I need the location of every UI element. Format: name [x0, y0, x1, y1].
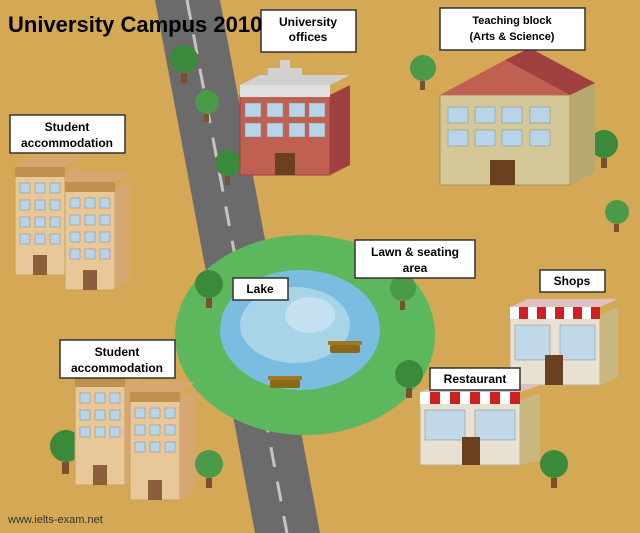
svg-text:www.ielts-exam.net: www.ielts-exam.net [7, 514, 103, 526]
svg-text:Student: Student [45, 120, 90, 134]
svg-text:University Campus 2010: University Campus 2010 [8, 12, 262, 37]
svg-text:University: University [279, 15, 337, 29]
svg-text:(Arts & Science): (Arts & Science) [470, 31, 555, 43]
campus-map: University offices Teaching block (Arts … [0, 0, 640, 533]
svg-text:accommodation: accommodation [21, 136, 113, 150]
svg-text:Restaurant: Restaurant [444, 372, 507, 386]
svg-text:offices: offices [289, 30, 328, 44]
svg-text:Student: Student [95, 345, 140, 359]
svg-text:Teaching block: Teaching block [472, 15, 552, 27]
svg-text:area: area [403, 261, 428, 275]
svg-text:accommodation: accommodation [71, 361, 163, 375]
svg-text:Lake: Lake [246, 282, 274, 296]
svg-text:Lawn & seating: Lawn & seating [371, 245, 459, 259]
svg-text:Shops: Shops [554, 274, 591, 288]
